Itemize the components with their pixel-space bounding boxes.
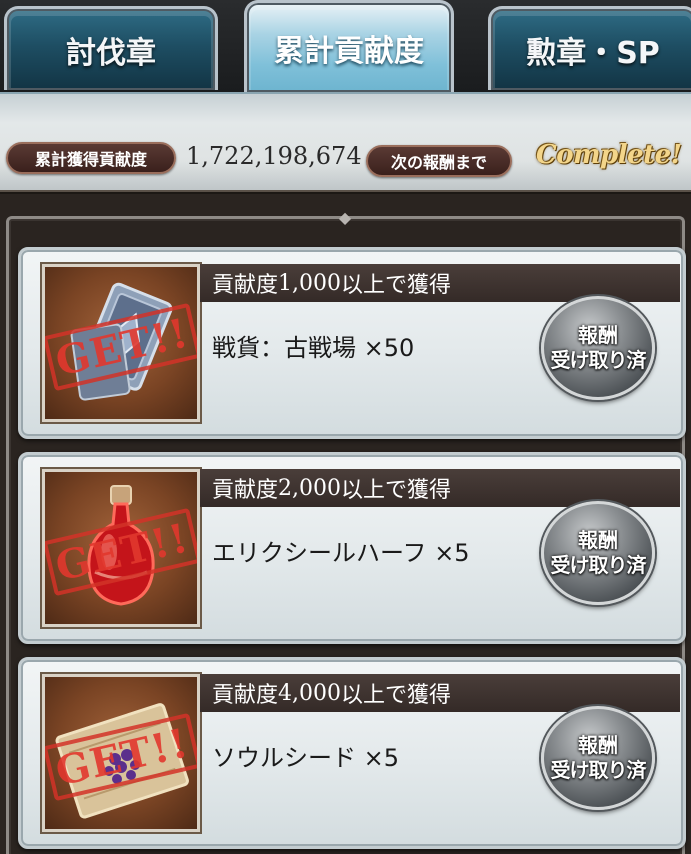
reward-item-name: エリクシールハーフ ×5 xyxy=(212,539,470,567)
claim-button-line1: 報酬 xyxy=(578,528,618,552)
condition-suffix: 以上で獲得 xyxy=(341,683,452,708)
reward-card: GET!! 貢献度 4,000 以上で獲得 ソウルシード ×5 報酬 受け取り済 xyxy=(18,657,686,849)
tab-raid-medals[interactable]: 討伐章 xyxy=(4,6,218,90)
tab-label: 累計貢献度 xyxy=(274,33,424,69)
condition-number: 1,000 xyxy=(278,270,341,296)
reward-card: GET!! 貢献度 2,000 以上で獲得 エリクシールハーフ ×5 報酬 受け取り… xyxy=(18,452,686,644)
complete-badge: Complete! xyxy=(536,140,682,170)
claim-button-line1: 報酬 xyxy=(578,733,618,757)
condition-suffix: 以上で獲得 xyxy=(341,273,452,298)
claim-button-line2: 受け取り済 xyxy=(550,758,647,782)
condition-prefix: 貢献度 xyxy=(212,273,279,298)
reward-list-panel: ◆ GET!! 貢献度 1,000 以上で獲得 戦貨：古戦場 ×50 報酬 受け取り… xyxy=(0,194,691,854)
condition-number: 2,000 xyxy=(278,475,341,501)
reward-item-thumbnail: GET!! xyxy=(42,674,200,832)
total-contribution-label: 累計獲得貢献度 xyxy=(6,142,176,174)
claim-button-line2: 受け取り済 xyxy=(550,348,647,372)
total-contribution-value: 1,722,198,674 xyxy=(186,142,362,170)
reward-item-name: 戦貨：古戦場 ×50 xyxy=(212,334,415,362)
reward-item-thumbnail: GET!! xyxy=(42,264,200,422)
condition-suffix: 以上で獲得 xyxy=(341,478,452,503)
tab-total-contribution[interactable]: 累計貢献度 xyxy=(244,0,454,92)
next-reward-label: 次の報酬まで xyxy=(366,145,512,177)
reward-item-name: ソウルシード ×5 xyxy=(212,744,400,772)
condition-prefix: 貢献度 xyxy=(212,478,279,503)
contribution-status-bar: 累計獲得貢献度 1,722,198,674 次の報酬まで Complete! xyxy=(0,92,691,192)
reward-claimed-button[interactable]: 報酬 受け取り済 xyxy=(541,706,655,810)
reward-card: GET!! 貢献度 1,000 以上で獲得 戦貨：古戦場 ×50 報酬 受け取り済 xyxy=(18,247,686,439)
reward-claimed-button[interactable]: 報酬 受け取り済 xyxy=(541,501,655,605)
tab-bar: 討伐章 累計貢献度 勲章・SP xyxy=(0,0,691,92)
reward-item-thumbnail: GET!! xyxy=(42,469,200,627)
condition-prefix: 貢献度 xyxy=(212,683,279,708)
claim-button-line2: 受け取り済 xyxy=(550,553,647,577)
tab-medals-sp[interactable]: 勲章・SP xyxy=(488,6,691,90)
claim-button-line1: 報酬 xyxy=(578,323,618,347)
condition-number: 4,000 xyxy=(278,680,341,706)
tab-label: 討伐章 xyxy=(66,35,156,71)
tab-label: 勲章・SP xyxy=(526,35,660,71)
frame-ornament-icon: ◆ xyxy=(338,208,352,227)
reward-claimed-button[interactable]: 報酬 受け取り済 xyxy=(541,296,655,400)
